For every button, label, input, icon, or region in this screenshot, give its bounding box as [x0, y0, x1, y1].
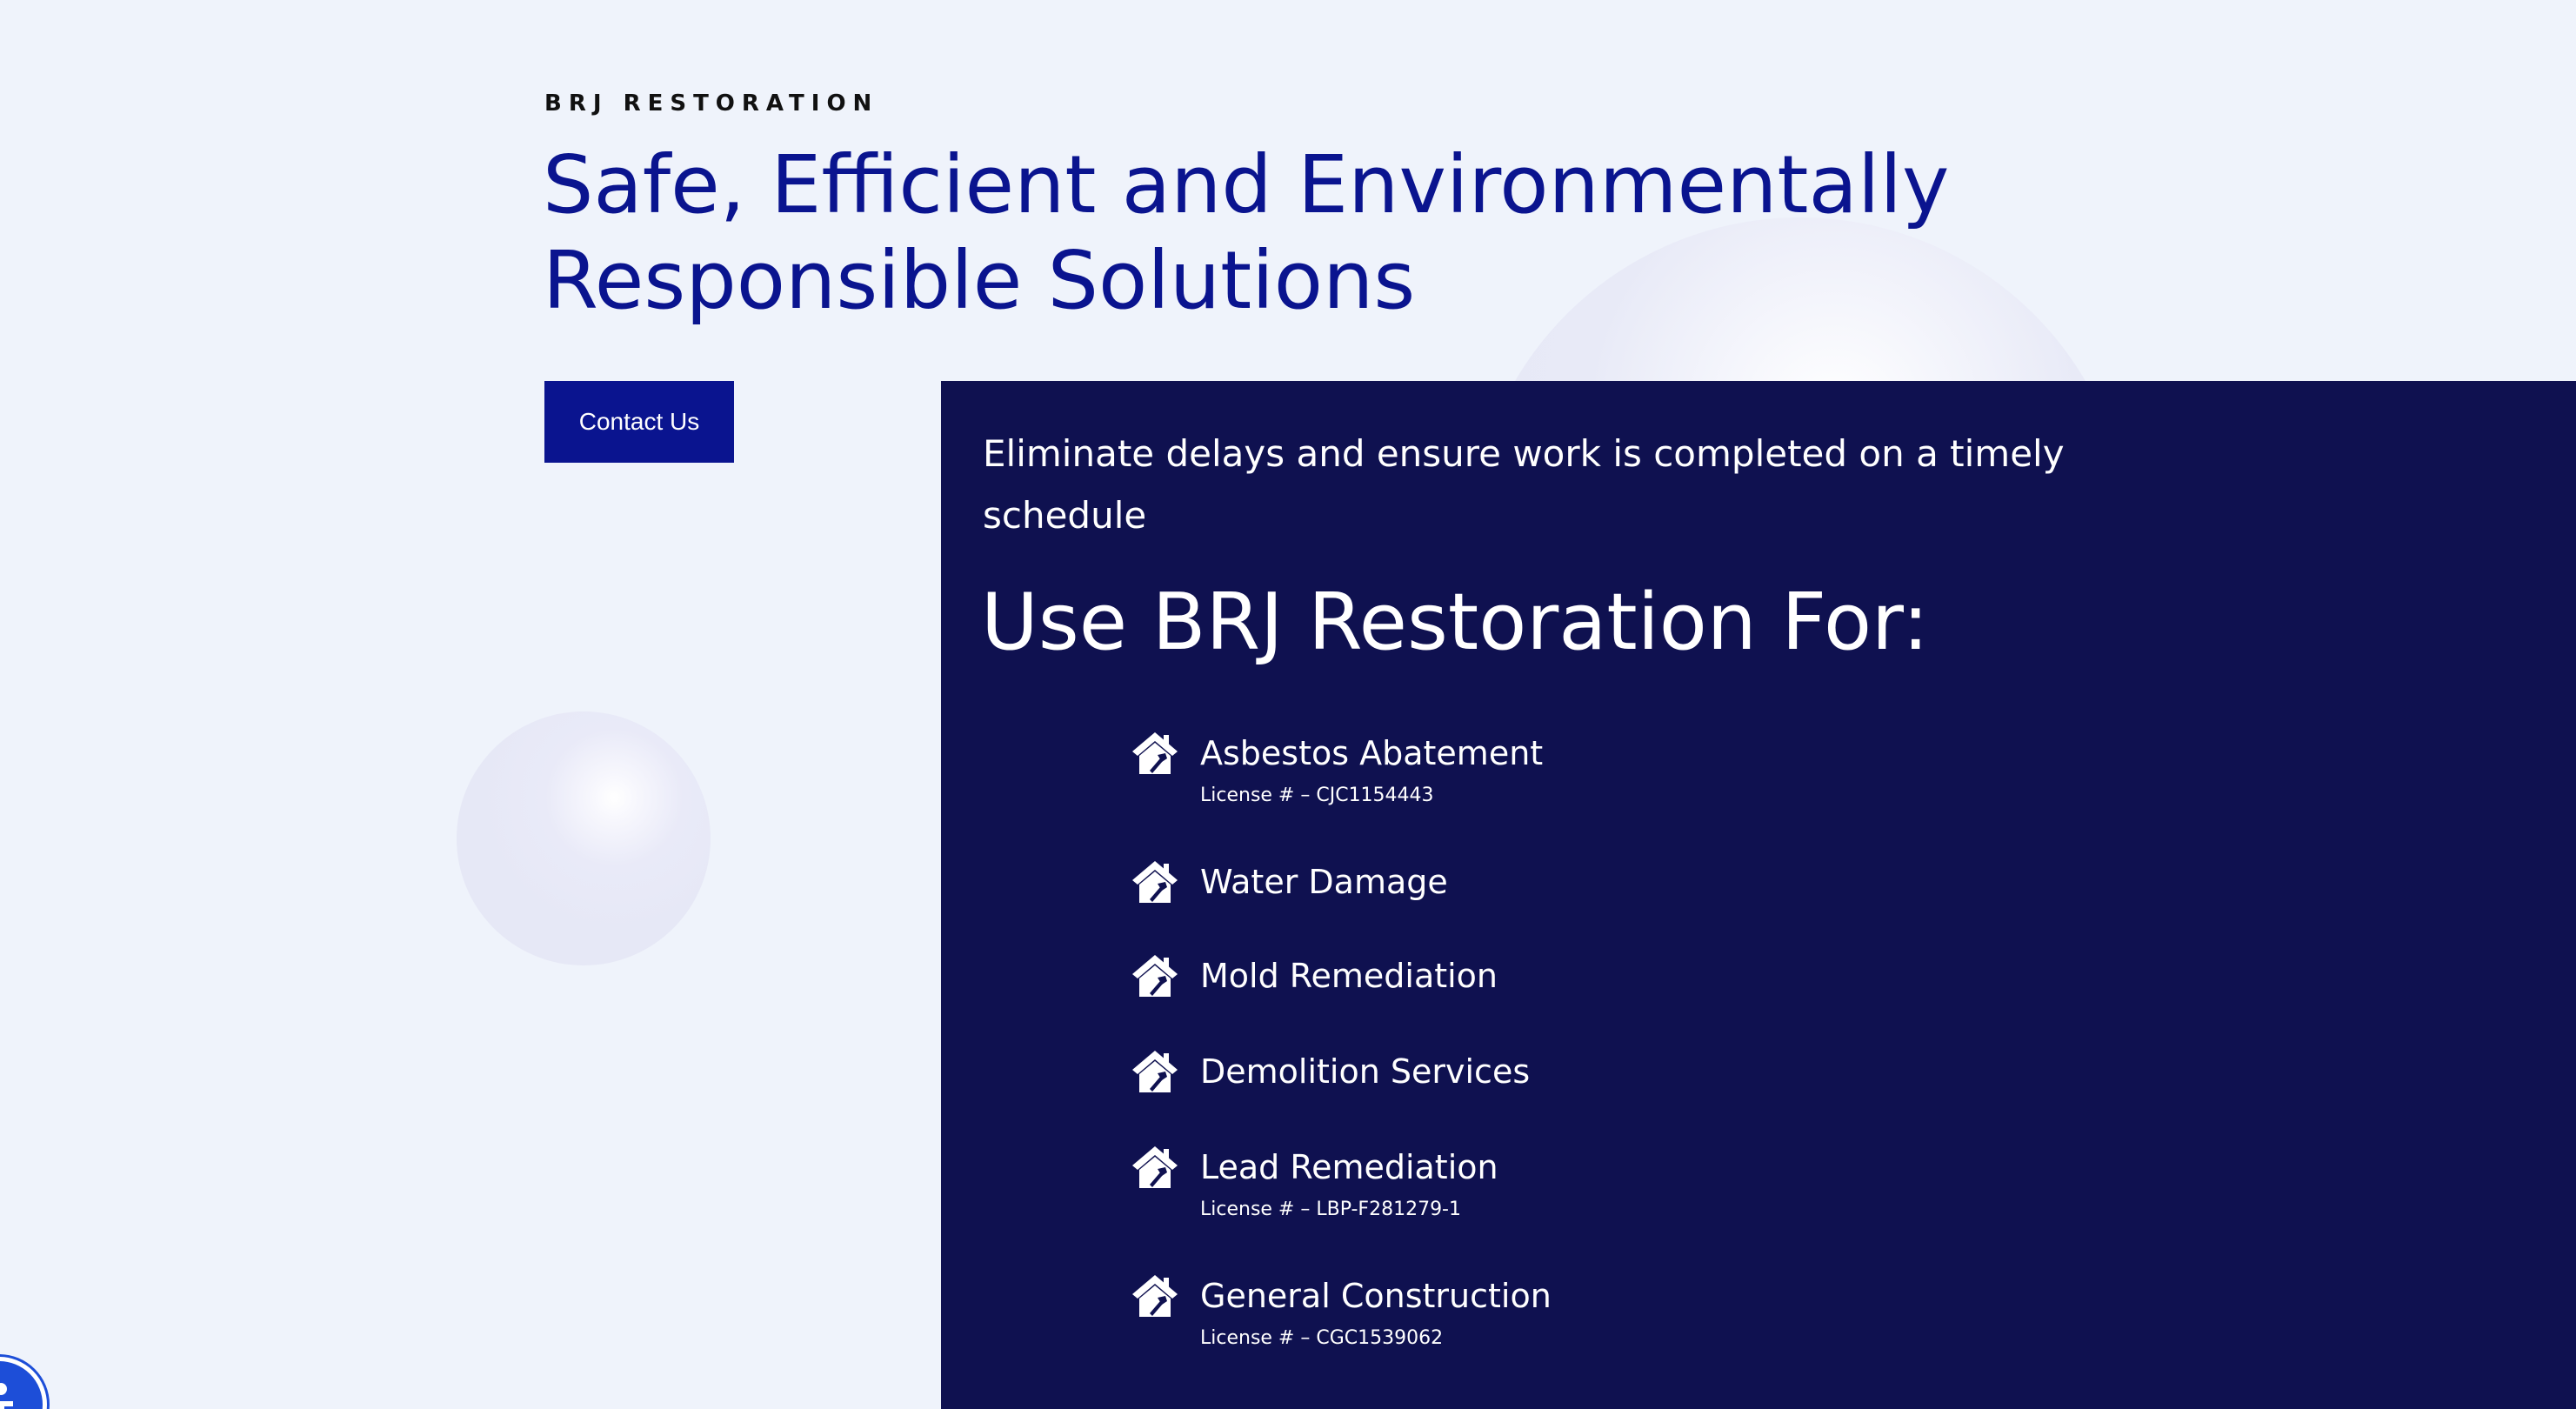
house-repair-icon	[1131, 1047, 1179, 1096]
hero-headline: Safe, Efficient and Environmentally Resp…	[543, 137, 2021, 329]
service-license: License # – CJC1154443	[1200, 785, 1434, 806]
panel-intro-line2: schedule	[983, 494, 1147, 537]
services-panel: Eliminate delays and ensure work is comp…	[941, 381, 2576, 1409]
services-heading: Use BRJ Restoration For:	[981, 577, 1929, 668]
service-name: Demolition Services	[1200, 1052, 1531, 1091]
contact-us-button[interactable]: Contact Us	[544, 381, 734, 463]
service-license: License # – LBP-F281279-1	[1200, 1199, 1461, 1220]
service-name: Asbestos Abatement	[1200, 734, 1544, 772]
house-repair-icon	[1131, 858, 1179, 906]
accessibility-widget-button[interactable]	[0, 1357, 47, 1409]
house-repair-icon	[1131, 729, 1179, 778]
house-repair-icon	[1131, 1143, 1179, 1192]
panel-intro: Eliminate delays and ensure work is comp…	[983, 423, 2113, 546]
service-name: Mold Remediation	[1200, 957, 1498, 995]
service-name: Water Damage	[1200, 863, 1448, 901]
service-water-damage: Water Damage	[1131, 858, 1913, 906]
service-asbestos-abatement: Asbestos Abatement License # – CJC115444…	[1131, 729, 1913, 806]
service-lead-remediation: Lead Remediation License # – LBP-F281279…	[1131, 1143, 1913, 1220]
accessibility-icon	[0, 1383, 13, 1409]
decorative-bubble-small	[457, 711, 711, 965]
service-mold-remediation: Mold Remediation	[1131, 952, 1913, 1000]
service-demolition: Demolition Services	[1131, 1047, 1913, 1096]
hero-headline-line1: Safe, Efficient and Environmentally	[543, 138, 1950, 231]
service-license: License # – CGC1539062	[1200, 1327, 1444, 1349]
panel-intro-line1: Eliminate delays and ensure work is comp…	[983, 432, 2065, 475]
service-name: Lead Remediation	[1200, 1148, 1498, 1186]
house-repair-icon	[1131, 952, 1179, 1000]
brand-eyebrow: BRJ RESTORATION	[544, 90, 879, 117]
hero-headline-line2: Responsible Solutions	[543, 234, 1416, 327]
service-name: General Construction	[1200, 1277, 1552, 1315]
service-general-construction: General Construction License # – CGC1539…	[1131, 1272, 1913, 1349]
house-repair-icon	[1131, 1272, 1179, 1320]
